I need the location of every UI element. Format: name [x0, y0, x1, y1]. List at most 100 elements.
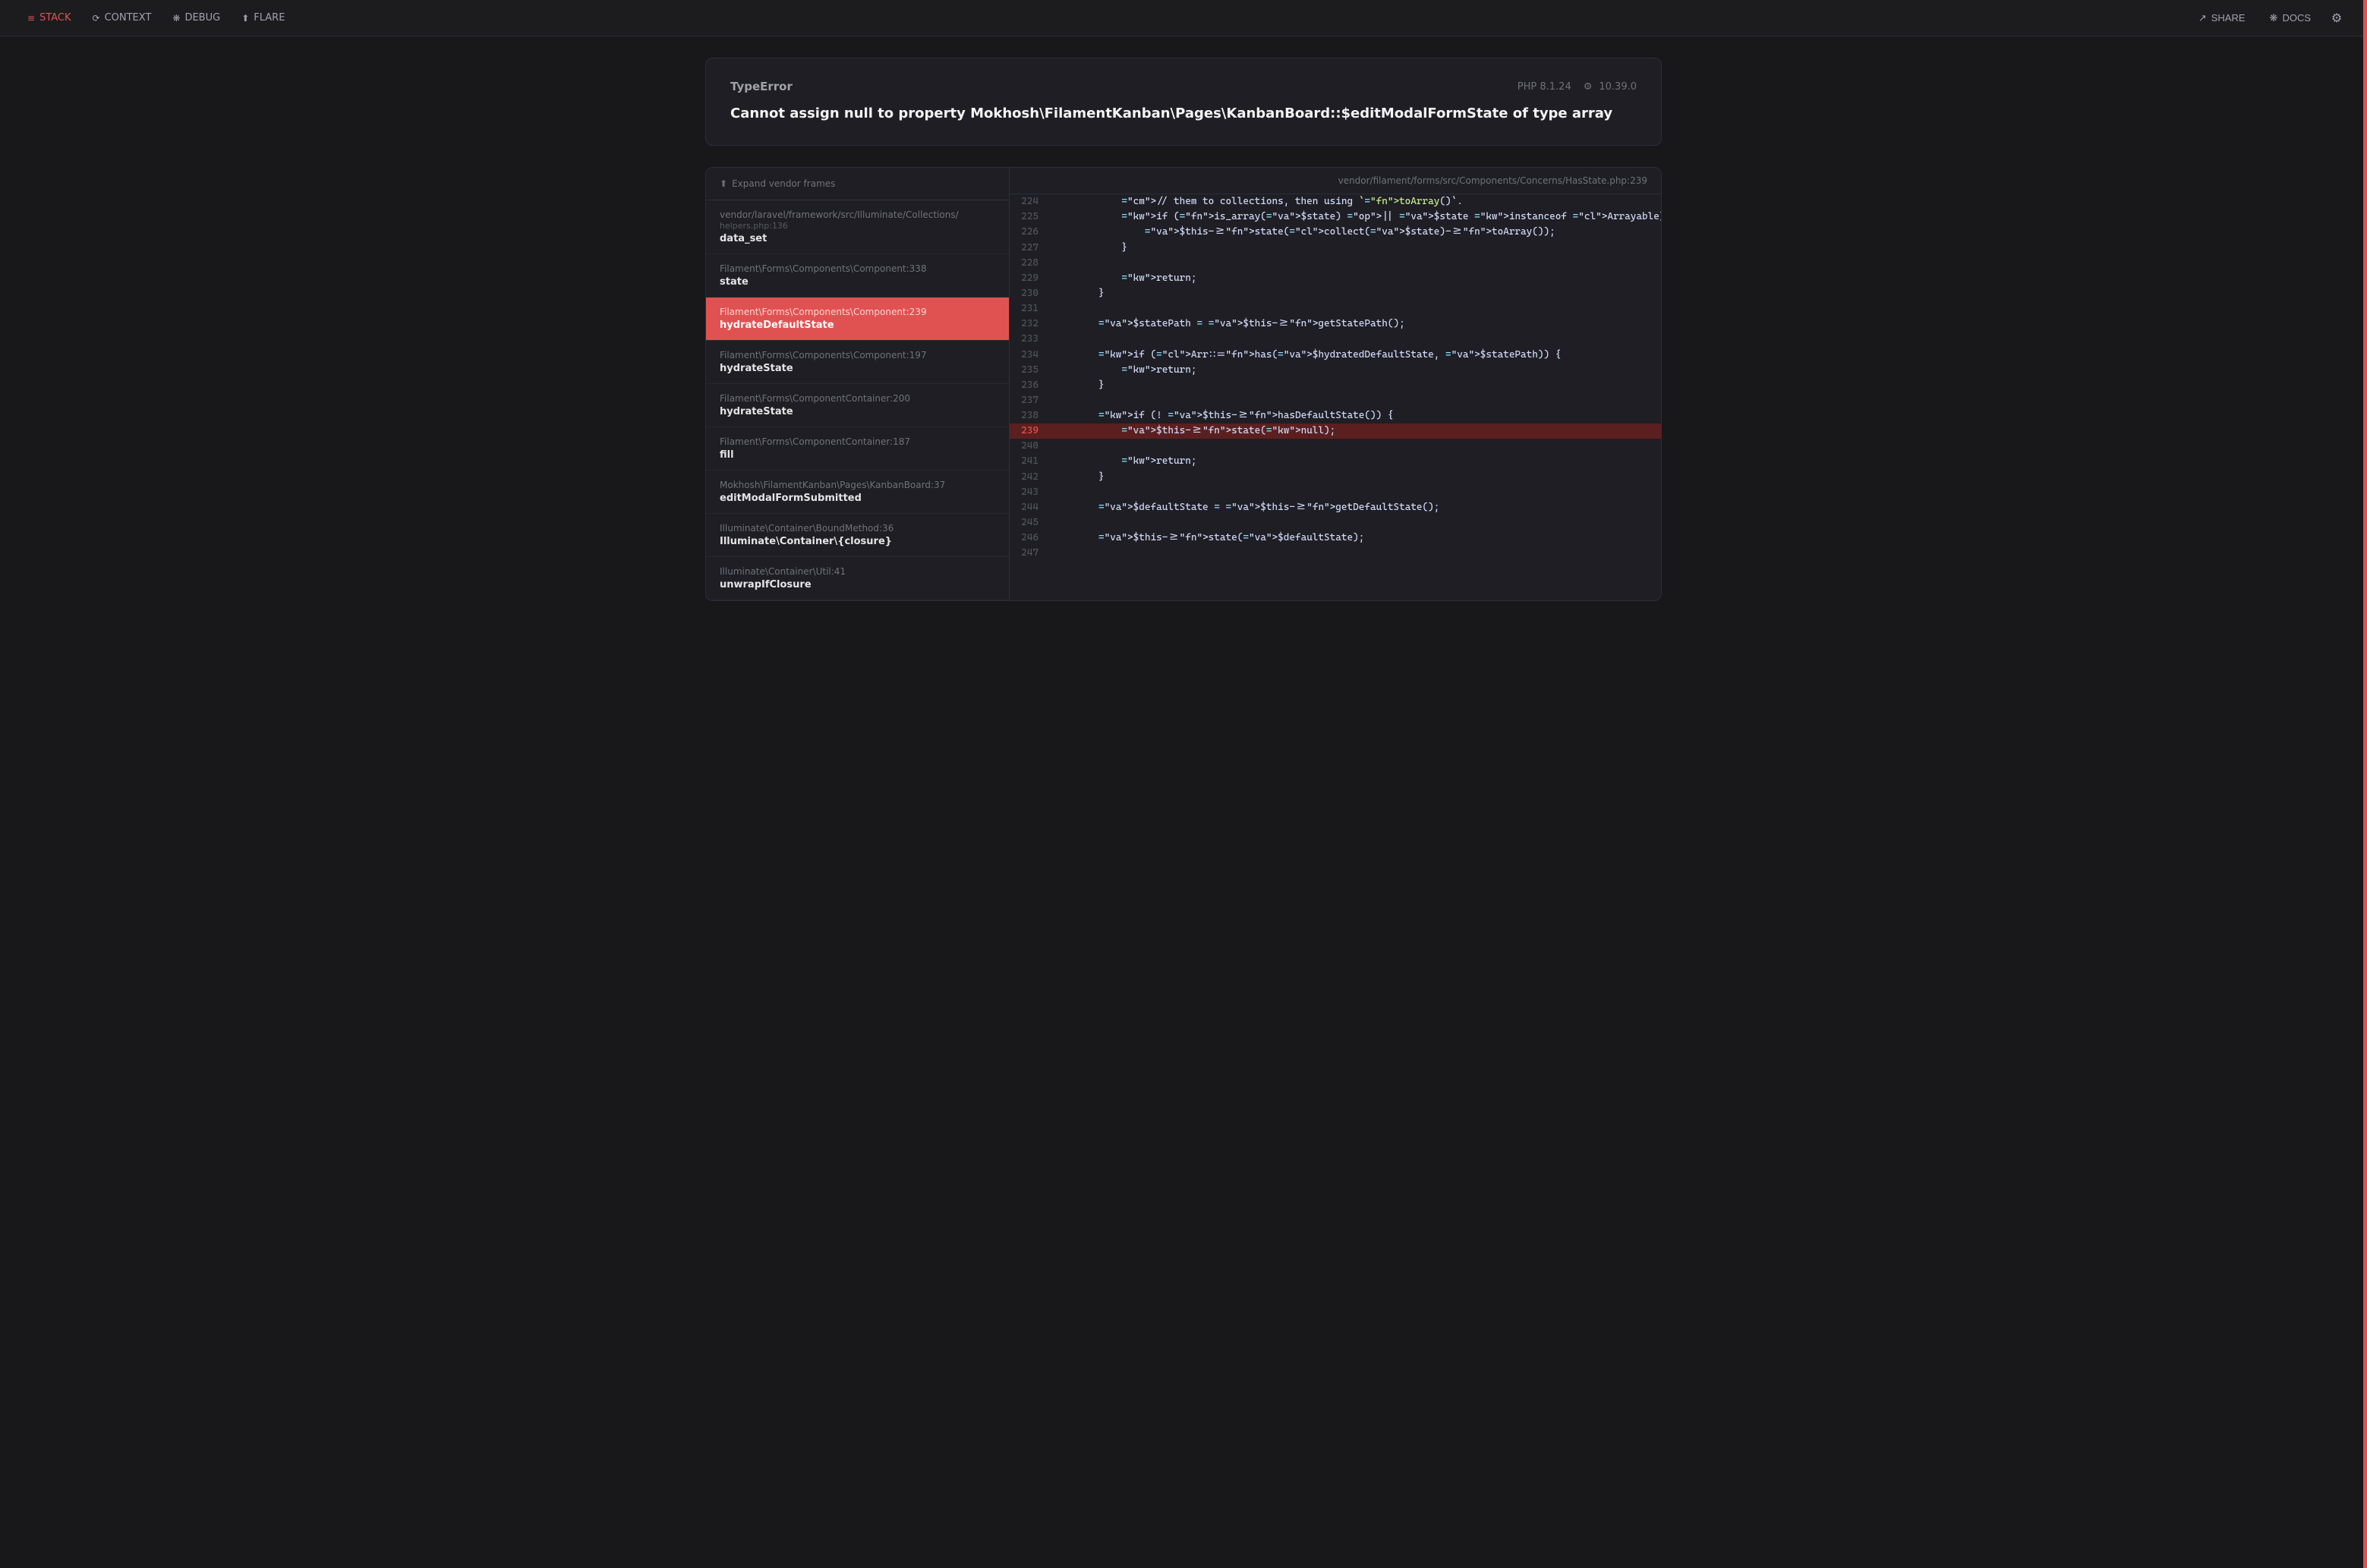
- share-icon: ↗: [2198, 12, 2207, 24]
- code-line-242: 242 }: [1010, 470, 1661, 485]
- frame-method-2: state: [720, 276, 995, 288]
- code-line-226: 226 ="va">$this->="fn">state(="cl">colle…: [1010, 225, 1661, 240]
- nav-item-stack[interactable]: ≡STACK: [18, 8, 80, 28]
- frame-method-6: fill: [720, 449, 995, 461]
- frame-class-3: Filament\Forms\Components\Component:239: [720, 307, 995, 317]
- frame-item-3[interactable]: Filament\Forms\Components\Component:239 h…: [706, 298, 1009, 341]
- line-code: [1049, 301, 1661, 316]
- frame-class-7: Mokhosh\FilamentKanban\Pages\KanbanBoard…: [720, 480, 995, 490]
- code-line-235: 235 ="kw">return;: [1010, 363, 1661, 378]
- code-line-225: 225 ="kw">if (="fn">is_array(="va">$stat…: [1010, 209, 1661, 225]
- line-number: 239: [1010, 423, 1049, 439]
- line-code: ="kw">if (="cl">Arr::="fn">has(="va">$hy…: [1049, 348, 1661, 363]
- line-number: 225: [1010, 209, 1049, 225]
- line-code: [1049, 256, 1661, 271]
- nav-right: ↗ SHARE ❋DOCS⚙: [2188, 6, 2349, 30]
- code-line-224: 224 ="cm">// them to collections, then u…: [1010, 194, 1661, 209]
- nav-item-debug[interactable]: ❋ DEBUG: [163, 8, 229, 28]
- line-number: 245: [1010, 515, 1049, 531]
- frame-item-4[interactable]: Filament\Forms\Components\Component:197 h…: [706, 341, 1009, 384]
- line-code: ="va">$statePath = ="va">$this->="fn">ge…: [1049, 316, 1661, 332]
- frame-item-7[interactable]: Mokhosh\FilamentKanban\Pages\KanbanBoard…: [706, 471, 1009, 514]
- code-line-243: 243: [1010, 485, 1661, 500]
- code-line-229: 229 ="kw">return;: [1010, 271, 1661, 286]
- share-label: SHARE: [2211, 12, 2246, 24]
- error-card: TypeError PHP 8.1.24 ⚙ 10.39.0 Cannot as…: [705, 58, 1662, 146]
- frame-item-5[interactable]: Filament\Forms\ComponentContainer:200 hyd…: [706, 384, 1009, 427]
- line-number: 229: [1010, 271, 1049, 286]
- nav-btn-docs[interactable]: ❋DOCS: [2259, 8, 2321, 29]
- nav-btn-share[interactable]: ↗ SHARE: [2188, 8, 2256, 29]
- code-line-227: 227 }: [1010, 241, 1661, 256]
- line-number: 240: [1010, 439, 1049, 454]
- code-line-230: 230 }: [1010, 286, 1661, 301]
- frame-item-6[interactable]: Filament\Forms\ComponentContainer:187fil…: [706, 427, 1009, 471]
- code-line-232: 232 ="va">$statePath = ="va">$this->="fn…: [1010, 316, 1661, 332]
- frame-class-5: Filament\Forms\ComponentContainer:200: [720, 393, 995, 404]
- nav-item-context[interactable]: ⟳CONTEXT: [84, 8, 161, 28]
- line-code: }: [1049, 286, 1661, 301]
- debug-icon: ❋: [172, 13, 180, 24]
- frame-item-1[interactable]: vendor/laravel/framework/src/Illuminate/…: [706, 200, 1009, 254]
- frame-item-8[interactable]: Illuminate\Container\BoundMethod:36Illum…: [706, 514, 1009, 557]
- frame-method-8: Illuminate\Container\{closure}: [720, 536, 995, 547]
- context-icon: ⟳: [93, 13, 100, 24]
- line-number: 227: [1010, 241, 1049, 256]
- frame-method-5: hydrateState: [720, 406, 995, 417]
- code-line-234: 234 ="kw">if (="cl">Arr::="fn">has(="va"…: [1010, 348, 1661, 363]
- nav-item-flare[interactable]: ⬆FLARE: [232, 8, 294, 28]
- line-number: 242: [1010, 470, 1049, 485]
- line-code: ="va">$this->="fn">state(="kw">null);: [1049, 423, 1661, 439]
- line-code: ="va">$this->="fn">state(="cl">collect(=…: [1049, 225, 1661, 240]
- frame-method-3: hydrateDefaultState: [720, 320, 995, 331]
- frame-class-2: Filament\Forms\Components\Component:338: [720, 263, 995, 274]
- line-number: 233: [1010, 332, 1049, 347]
- red-accent-bar: [2363, 0, 2367, 1568]
- code-area[interactable]: 224 ="cm">// them to collections, then u…: [1010, 194, 1661, 600]
- php-version: PHP 8.1.24: [1518, 81, 1571, 93]
- debug-label: DEBUG: [184, 12, 220, 24]
- expand-vendor-frames[interactable]: ⬆ Expand vendor frames: [706, 168, 1009, 200]
- frame-class-4: Filament\Forms\Components\Component:197: [720, 350, 995, 361]
- code-line-228: 228: [1010, 256, 1661, 271]
- code-table: 224 ="cm">// them to collections, then u…: [1010, 194, 1661, 561]
- main-content: TypeError PHP 8.1.24 ⚙ 10.39.0 Cannot as…: [675, 36, 1692, 622]
- stack-panel: ⬆ Expand vendor frames vendor/laravel/fr…: [705, 167, 1662, 601]
- line-code: [1049, 393, 1661, 408]
- line-code: ="kw">return;: [1049, 271, 1661, 286]
- line-number: 237: [1010, 393, 1049, 408]
- error-message: Cannot assign null to property Mokhosh\F…: [730, 104, 1637, 124]
- code-panel: vendor/filament/forms/src/Components/Con…: [1010, 168, 1661, 600]
- frame-method-1: data_set: [720, 233, 995, 244]
- line-code: ="kw">if (="fn">is_array(="va">$state) =…: [1049, 209, 1661, 225]
- frame-item-2[interactable]: Filament\Forms\Components\Component:338 s…: [706, 254, 1009, 298]
- frame-list: ⬆ Expand vendor frames vendor/laravel/fr…: [706, 168, 1010, 600]
- settings-gear-icon[interactable]: ⚙: [2324, 6, 2349, 30]
- line-number: 226: [1010, 225, 1049, 240]
- line-code: [1049, 439, 1661, 454]
- code-line-246: 246 ="va">$this->="fn">state(="va">$defa…: [1010, 531, 1661, 546]
- line-number: 231: [1010, 301, 1049, 316]
- expand-label: Expand vendor frames: [732, 178, 835, 189]
- stack-icon: ≡: [27, 13, 35, 24]
- line-number: 247: [1010, 546, 1049, 561]
- line-code: ="va">$this->="fn">state(="va">$defaultS…: [1049, 531, 1661, 546]
- frame-class-9: Illuminate\Container\Util:41: [720, 566, 995, 577]
- error-header: TypeError PHP 8.1.24 ⚙ 10.39.0: [730, 80, 1637, 93]
- line-code: ="kw">if (! ="va">$this->="fn">hasDefaul…: [1049, 408, 1661, 423]
- code-line-238: 238 ="kw">if (! ="va">$this->="fn">hasDe…: [1010, 408, 1661, 423]
- line-number: 238: [1010, 408, 1049, 423]
- line-number: 244: [1010, 500, 1049, 515]
- code-file-path: vendor/filament/forms/src/Components/Con…: [1010, 168, 1661, 194]
- frame-item-9[interactable]: Illuminate\Container\Util:41 unwrapIfClos…: [706, 557, 1009, 600]
- frame-method-9: unwrapIfClosure: [720, 579, 995, 590]
- line-number: 224: [1010, 194, 1049, 209]
- code-line-237: 237: [1010, 393, 1661, 408]
- line-number: 241: [1010, 454, 1049, 469]
- line-code: ="va">$defaultState = ="va">$this->="fn"…: [1049, 500, 1661, 515]
- frame-method-7: editModalFormSubmitted: [720, 493, 995, 504]
- line-code: ="kw">return;: [1049, 454, 1661, 469]
- line-code: [1049, 485, 1661, 500]
- frame-method-4: hydrateState: [720, 363, 995, 374]
- code-line-241: 241 ="kw">return;: [1010, 454, 1661, 469]
